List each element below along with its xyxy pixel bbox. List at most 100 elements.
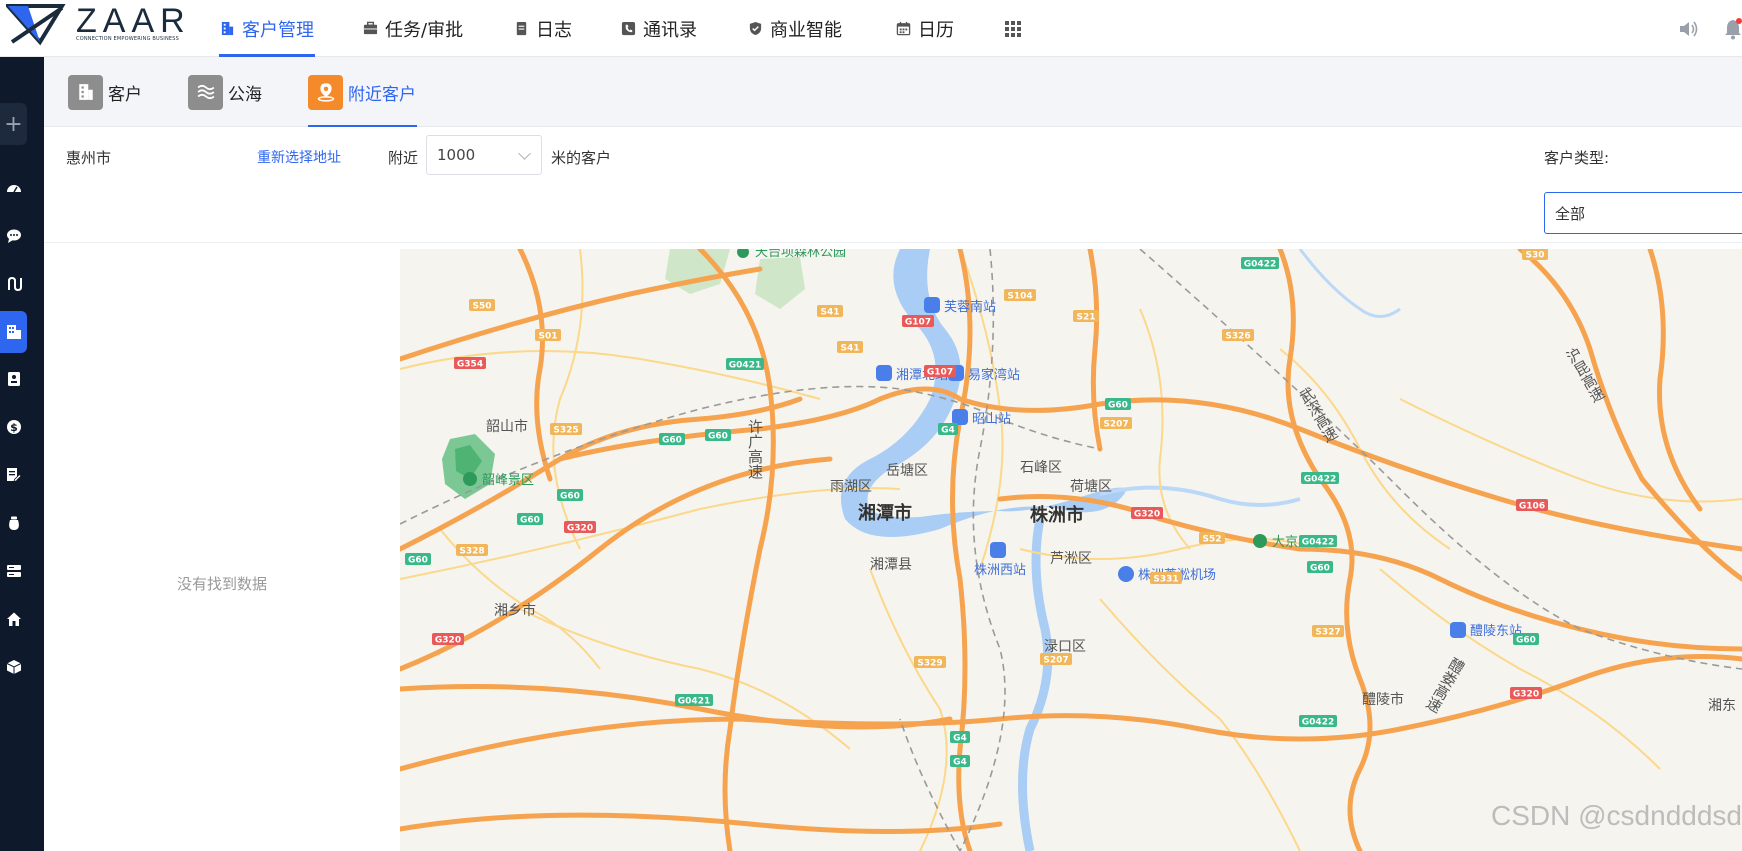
park-label: 韶峰景区 — [482, 472, 534, 488]
sound-button[interactable] — [1678, 0, 1700, 57]
route-shield: G0422 — [1299, 715, 1337, 728]
waves-icon — [188, 74, 223, 110]
document-icon — [516, 21, 527, 36]
sidebar-item-cube[interactable] — [0, 653, 28, 681]
route-shield: G60 — [405, 553, 431, 566]
route-shield: G60 — [659, 433, 685, 446]
route-shield-label: S207 — [1103, 420, 1128, 430]
sidebar-item-contact-card[interactable] — [0, 365, 28, 393]
route-shield-label: G0421 — [729, 361, 761, 371]
sidebar-item-dashboard[interactable] — [0, 174, 28, 202]
tab-customers[interactable]: 客户 — [68, 57, 142, 127]
route-shield: G4 — [950, 755, 970, 768]
nav-calendar[interactable]: 日历 — [896, 0, 954, 57]
reselect-address-link[interactable]: 重新选择地址 — [257, 147, 341, 167]
route-shield: G107 — [924, 365, 956, 378]
route-shield: S329 — [914, 656, 946, 669]
nav-customer-management[interactable]: 客户管理 — [219, 0, 315, 57]
highways — [400, 249, 1742, 851]
nav-label: 商业智能 — [770, 19, 842, 41]
route-shield-label: G60 — [1516, 636, 1536, 646]
tab-nearby-customers[interactable]: 附近客户 — [308, 57, 417, 128]
distance-select[interactable]: 1000 — [426, 135, 542, 175]
route-shield: S41 — [817, 305, 843, 318]
route-shield-label: G60 — [662, 436, 682, 446]
sidebar-item-chat[interactable] — [0, 222, 28, 250]
money-icon: $ — [7, 420, 21, 434]
map-canvas[interactable]: 许广高速 武深高速 沪昆高速 醴娄高速 韶峰景区 大京风景区 天台项森林公园 芙… — [400, 249, 1742, 851]
sidebar-item-money[interactable]: $ — [0, 413, 28, 441]
station-marker[interactable]: 昭山站 — [952, 409, 1011, 427]
sidebar-item-home[interactable] — [0, 605, 28, 633]
route-shield: G0421 — [675, 694, 713, 707]
district-label: 湘乡市 — [494, 602, 536, 619]
nav-tasks-approval[interactable]: 任务/审批 — [363, 0, 463, 57]
route-shield-label: G107 — [927, 368, 953, 378]
plus-icon: + — [4, 111, 23, 137]
apps-menu-button[interactable] — [1005, 0, 1021, 57]
station-marker[interactable]: 株洲西站 — [974, 542, 1026, 578]
zaar-logo[interactable]: ZAAR CONNECTION EMPOWERING BUSINESS — [6, 2, 185, 46]
district-label: 渌口区 — [1044, 639, 1086, 655]
route-shield: S325 — [550, 423, 582, 436]
sidebar-item-server[interactable] — [0, 557, 28, 585]
route-shield: S207 — [1040, 653, 1072, 666]
route-shield-label: S329 — [917, 659, 942, 669]
bell-icon — [1725, 17, 1742, 39]
route-shield-label: G107 — [905, 318, 931, 328]
nav-log[interactable]: 日志 — [514, 0, 572, 57]
speaker-icon — [1680, 21, 1698, 36]
city-label: 株洲市 — [1030, 504, 1084, 526]
top-navigation-bar: ZAAR CONNECTION EMPOWERING BUSINESS 客户管理… — [0, 0, 1742, 57]
notification-button[interactable] — [1724, 0, 1742, 57]
station-marker[interactable]: 易家湾站 — [948, 365, 1020, 383]
route-shield-label: S328 — [459, 547, 484, 557]
route-shield-label: S52 — [1202, 535, 1221, 545]
customer-list-panel: 没有找到数据 — [44, 244, 400, 851]
tab-label: 公海 — [228, 84, 262, 105]
building-icon — [221, 21, 234, 36]
park-marker[interactable]: 天台项森林公园 — [737, 249, 846, 260]
shield-check-icon — [749, 21, 762, 36]
route-shield-label: S30 — [1525, 251, 1544, 261]
park-area — [755, 257, 805, 309]
route-shield: G320 — [432, 633, 464, 646]
route-shield: G0422 — [1241, 257, 1279, 270]
sidebar-item-document-edit[interactable] — [0, 461, 28, 489]
map-pin-icon — [308, 74, 343, 110]
nav-label: 日历 — [918, 19, 954, 41]
sidebar-item-bag[interactable] — [0, 509, 28, 537]
briefcase-icon — [363, 21, 378, 35]
customer-subtabs: 客户 公海 附近客户 — [44, 57, 1742, 128]
route-shield: S52 — [1199, 532, 1225, 545]
highway-name-label: 许广高速 — [746, 419, 764, 480]
tab-label: 附近客户 — [348, 84, 416, 105]
route-shield: G60 — [1105, 398, 1131, 411]
cube-icon — [6, 660, 22, 674]
route-shield-label: S207 — [1043, 656, 1068, 666]
tab-public-pool[interactable]: 公海 — [188, 57, 262, 127]
station-marker[interactable]: 芙蓉南站 — [924, 297, 996, 315]
poi-label: 株洲西站 — [974, 563, 1026, 578]
route-shield: S326 — [1222, 329, 1254, 342]
route-shield-label: G60 — [520, 516, 540, 526]
zaar-logo-mark-icon — [6, 3, 66, 46]
calendar-icon — [896, 21, 911, 36]
chat-icon — [7, 229, 21, 243]
nav-business-intelligence[interactable]: 商业智能 — [748, 0, 842, 57]
customer-type-value: 全部 — [1555, 204, 1586, 223]
nearby-map[interactable]: 许广高速 武深高速 沪昆高速 醴娄高速 韶峰景区 大京风景区 天台项森林公园 芙… — [400, 249, 1742, 851]
sidebar-item-flow[interactable] — [0, 270, 28, 298]
watermark-text: CSDN @csdndddsd — [1491, 800, 1742, 831]
route-shield: G60 — [1307, 561, 1333, 574]
customer-type-select[interactable]: 全部 — [1544, 192, 1742, 234]
route-shield-label: G4 — [953, 758, 967, 768]
route-shield: S30 — [1522, 249, 1548, 261]
station-marker[interactable]: 醴陵东站 — [1450, 622, 1522, 639]
sidebar-item-customer[interactable] — [0, 311, 27, 353]
current-city: 惠州市 — [66, 149, 112, 167]
route-shield: G320 — [564, 521, 596, 534]
quick-add-button[interactable]: + — [0, 103, 27, 145]
route-shield-label: S325 — [553, 426, 578, 436]
nav-contacts[interactable]: 通讯录 — [621, 0, 697, 57]
